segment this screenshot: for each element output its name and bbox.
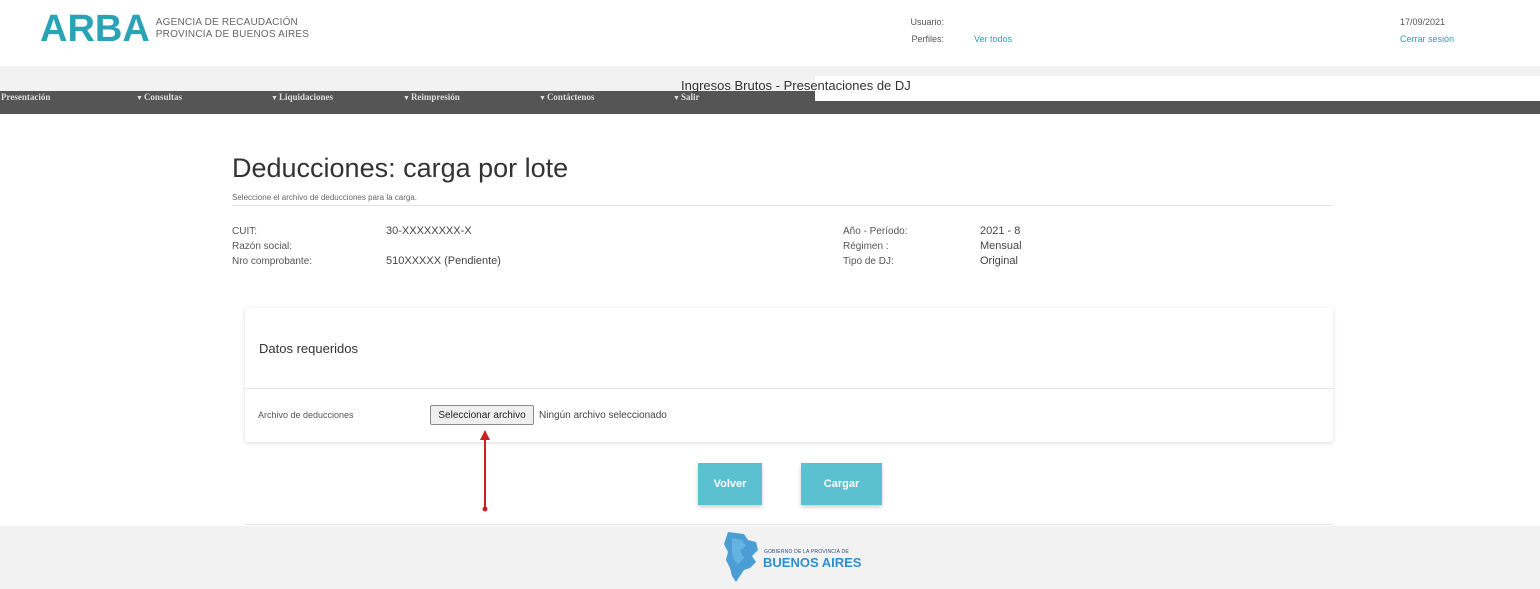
info-values-right: 2021 - 8 Mensual Original bbox=[980, 224, 1022, 269]
logo-subtitle-line1: AGENCIA DE RECAUDACIÓN bbox=[155, 17, 298, 28]
tipo-dj-label: Tipo de DJ: bbox=[843, 256, 894, 267]
menu-item-salir[interactable]: ▼Salir bbox=[673, 90, 699, 105]
chevron-down-icon: ▼ bbox=[673, 94, 680, 102]
menu-item-label: Reimpresión bbox=[410, 92, 460, 102]
regimen-label: Régimen : bbox=[843, 241, 889, 252]
regimen-value: Mensual bbox=[980, 240, 1022, 252]
profiles-link[interactable]: Ver todos bbox=[974, 34, 1012, 44]
file-status-text: Ningún archivo seleccionado bbox=[539, 410, 667, 421]
session-info: 17/09/2021 Cerrar sesión bbox=[1400, 14, 1454, 48]
info-values-left: 30-XXXXXXXX-X 510XXXXX (Pendiente) bbox=[386, 224, 501, 269]
menu-item-liquidaciones[interactable]: ▼Liquidaciones bbox=[271, 90, 333, 105]
logout-link[interactable]: Cerrar sesión bbox=[1400, 34, 1454, 44]
panel-title: Datos requeridos bbox=[259, 341, 358, 356]
user-info: Usuario: Perfiles: Ver todos bbox=[880, 14, 1012, 48]
menu-item-label: Liquidaciones bbox=[278, 92, 333, 102]
page-title: Deducciones: carga por lote bbox=[232, 153, 569, 183]
razon-social-label: Razón social: bbox=[232, 241, 293, 252]
back-button[interactable]: Volver bbox=[698, 463, 762, 505]
tipo-dj-value: Original bbox=[980, 255, 1018, 267]
info-labels-right: Año - Período: Régimen : Tipo de DJ: bbox=[843, 224, 907, 269]
upload-button[interactable]: Cargar bbox=[801, 463, 882, 505]
menu-item-label: Consultas bbox=[143, 92, 182, 102]
chevron-down-icon: ▼ bbox=[539, 94, 546, 102]
anio-periodo-value: 2021 - 8 bbox=[980, 225, 1021, 237]
arba-logo[interactable]: ARBA AGENCIA DE RECAUDACIÓN PROVINCIA DE… bbox=[40, 10, 309, 48]
annotation-arrow-icon bbox=[480, 430, 490, 512]
menu-item-label: Contáctenos bbox=[546, 92, 595, 102]
info-labels-left: CUIT: Razón social: Nro comprobante: bbox=[232, 224, 312, 269]
page-subtitle: Seleccione el archivo de deducciones par… bbox=[232, 193, 418, 202]
menu-item-contactenos[interactable]: ▼Contáctenos bbox=[539, 90, 594, 105]
logo-subtitle-line2: PROVINCIA DE BUENOS AIRES bbox=[155, 29, 310, 40]
anio-periodo-label: Año - Período: bbox=[843, 226, 908, 237]
cuit-label: CUIT: bbox=[232, 226, 257, 237]
current-date: 17/09/2021 bbox=[1400, 17, 1446, 27]
footer-province-text: BUENOS AIRES bbox=[763, 555, 862, 570]
chevron-down-icon: ▼ bbox=[271, 94, 278, 102]
nro-comprobante-label: Nro comprobante: bbox=[232, 256, 313, 267]
panel-divider bbox=[245, 388, 1333, 389]
heading-divider bbox=[232, 205, 1332, 206]
cuit-value: 30-XXXXXXXX-X bbox=[386, 225, 472, 237]
nav-title-area bbox=[815, 76, 1540, 101]
file-field-label: Archivo de deducciones bbox=[258, 410, 354, 420]
chevron-down-icon: ▼ bbox=[136, 94, 143, 102]
logo-wordmark: ARBA bbox=[40, 8, 150, 50]
main-menu: Presentación ▼Consultas ▼Liquidaciones ▼… bbox=[0, 90, 815, 104]
logo-subtitle: AGENCIA DE RECAUDACIÓN PROVINCIA DE BUEN… bbox=[156, 17, 309, 41]
menu-item-reimpresion[interactable]: ▼Reimpresión bbox=[403, 90, 460, 105]
menu-item-label: Salir bbox=[680, 92, 700, 102]
menu-item-consultas[interactable]: ▼Consultas bbox=[136, 90, 182, 105]
select-file-button[interactable]: Seleccionar archivo bbox=[430, 405, 534, 425]
content-bottom-divider bbox=[245, 524, 1333, 525]
menu-item-label: Presentación bbox=[1, 92, 51, 102]
profiles-label: Perfiles: bbox=[911, 34, 944, 44]
nro-comprobante-value: 510XXXXX (Pendiente) bbox=[386, 255, 501, 267]
menu-item-presentacion[interactable]: Presentación bbox=[0, 90, 50, 105]
required-data-panel: Datos requeridos Archivo de deducciones … bbox=[245, 308, 1333, 442]
site-header: ARBA AGENCIA DE RECAUDACIÓN PROVINCIA DE… bbox=[0, 0, 1540, 66]
chevron-down-icon: ▼ bbox=[403, 94, 410, 102]
razon-social-value bbox=[386, 239, 501, 254]
user-label: Usuario: bbox=[910, 17, 944, 27]
